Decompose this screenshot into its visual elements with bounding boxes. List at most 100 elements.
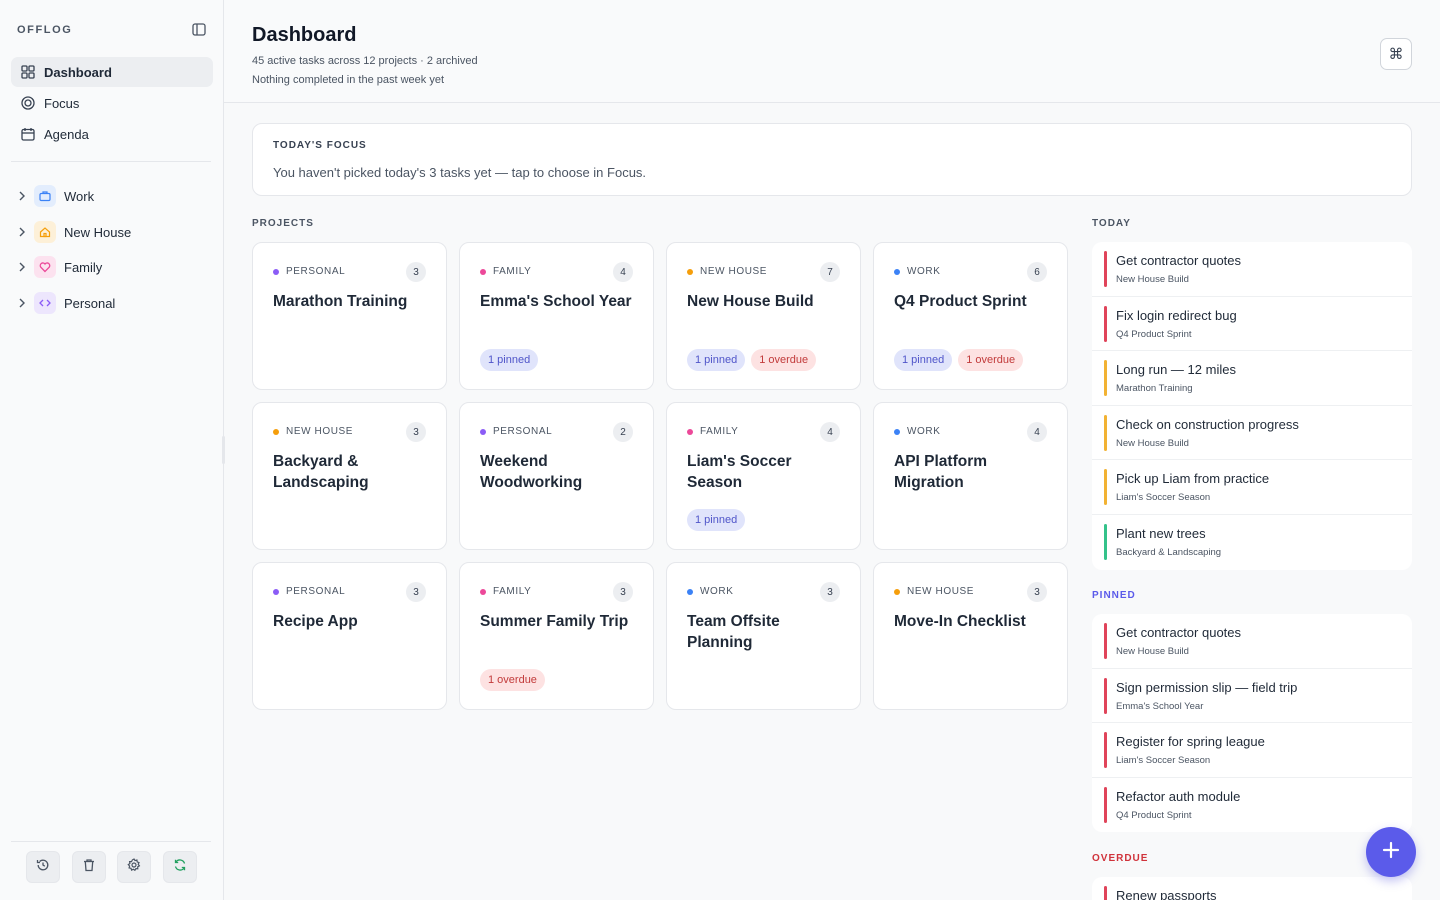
nav-agenda[interactable]: Agenda (11, 119, 213, 149)
project-name: Recipe App (273, 613, 358, 630)
task-item[interactable]: Get contractor quotes New House Build (1092, 242, 1412, 297)
category-dot-icon (273, 428, 279, 435)
project-task-count: 4 (1027, 422, 1047, 442)
category-dot-icon (687, 588, 693, 595)
project-card[interactable]: WORK 4 API Platform Migration (873, 402, 1068, 550)
task-title: Long run — 12 miles (1116, 362, 1236, 378)
task-item[interactable]: Pick up Liam from practice Liam's Soccer … (1092, 460, 1412, 515)
project-card[interactable]: NEW HOUSE 3 Move-In Checklist (873, 562, 1068, 710)
task-title: Refactor auth module (1116, 788, 1241, 804)
project-card[interactable]: NEW HOUSE 7 New House Build 1 pinned 1 overd… (666, 242, 861, 390)
task-title: Get contractor quotes (1116, 253, 1242, 268)
today-task-list: Get contractor quotes New House Build Fix … (1092, 242, 1412, 570)
task-title: Plant new trees (1116, 525, 1206, 541)
chevron-right-icon[interactable] (14, 191, 30, 201)
project-name: API Platform Migration (894, 453, 988, 491)
category-dot-icon (480, 588, 486, 595)
project-category-label: NEW HOUSE (700, 266, 768, 277)
category-dot-icon (894, 428, 900, 435)
task-project: Emma's School Year (1116, 700, 1204, 712)
sidebar-resize-handle[interactable] (222, 436, 225, 464)
task-title: Pick up Liam from practice (1116, 471, 1270, 487)
priority-bar (1104, 732, 1107, 769)
task-item[interactable]: Renew passports (1092, 877, 1412, 900)
project-card[interactable]: FAMILY 4 Emma's School Year 1 pinned (459, 242, 654, 390)
project-card[interactable]: WORK 3 Team Offsite Planning (666, 562, 861, 710)
area-family[interactable]: Family (14, 254, 214, 280)
pinned-section-label: PINNED (1092, 590, 1136, 601)
app-brand: OFFLOG (17, 24, 73, 36)
overdue-badge: 1 overdue (480, 669, 545, 691)
page-header: Dashboard 45 active tasks across 12 proj… (224, 0, 1440, 103)
task-item[interactable]: Sign permission slip — field trip Emma's … (1092, 669, 1412, 724)
task-item[interactable]: Fix login redirect bug Q4 Product Sprint (1092, 297, 1412, 352)
project-category-label: FAMILY (700, 426, 739, 437)
project-task-count: 6 (1027, 262, 1047, 282)
project-category-label: PERSONAL (493, 426, 553, 437)
chevron-right-icon[interactable] (14, 298, 30, 308)
project-category: WORK (894, 426, 941, 437)
trash-button[interactable] (72, 851, 106, 883)
settings-button[interactable] (117, 851, 151, 883)
task-item[interactable]: Plant new trees Backyard & Landscaping (1092, 515, 1412, 570)
project-card[interactable]: WORK 6 Q4 Product Sprint 1 pinned 1 overdue (873, 242, 1068, 390)
task-project: Backyard & Landscaping (1116, 546, 1222, 558)
project-tags: 1 pinned 1 overdue (894, 349, 1024, 371)
project-name: Weekend Woodworking (480, 453, 583, 491)
sidebar-collapse-icon[interactable] (192, 23, 206, 36)
todays-focus-card[interactable]: TODAY'S FOCUS You haven't picked today's… (252, 123, 1412, 196)
nav-focus[interactable]: Focus (11, 88, 213, 118)
area-work[interactable]: Work (14, 183, 214, 209)
project-card[interactable]: FAMILY 3 Summer Family Trip 1 overdue (459, 562, 654, 710)
task-item[interactable]: Register for spring league Liam's Soccer … (1092, 723, 1412, 778)
project-category: FAMILY (687, 426, 738, 437)
project-category: PERSONAL (273, 586, 345, 597)
task-project: Q4 Product Sprint (1116, 328, 1192, 340)
area-new-house[interactable]: New House (14, 219, 214, 245)
task-project: Q4 Product Sprint (1116, 809, 1192, 821)
task-project: Liam's Soccer Season (1116, 492, 1211, 504)
project-card[interactable]: NEW HOUSE 3 Backyard & Landscaping (252, 402, 447, 550)
project-name: Marathon Training (273, 293, 408, 310)
chevron-right-icon[interactable] (14, 227, 30, 237)
command-palette-button[interactable]: ⌘ (1380, 38, 1412, 70)
nav-label: Dashboard (44, 64, 112, 80)
sync-button[interactable] (163, 851, 197, 883)
project-category: PERSONAL (480, 426, 552, 437)
sidebar-divider (11, 161, 211, 162)
project-name: Team Offsite Planning (687, 613, 780, 651)
chevron-right-icon[interactable] (14, 262, 30, 272)
area-personal[interactable]: Personal (14, 290, 214, 316)
pinned-badge: 1 pinned (894, 349, 953, 371)
overdue-section-label: OVERDUE (1092, 853, 1149, 864)
priority-bar (1104, 623, 1107, 659)
task-item[interactable]: Long run — 12 miles Marathon Training (1092, 351, 1412, 406)
overdue-badge: 1 overdue (958, 349, 1024, 371)
task-item[interactable]: Refactor auth module Q4 Product Sprint (1092, 778, 1412, 833)
project-card[interactable]: PERSONAL 3 Recipe App (252, 562, 447, 710)
task-title: Register for spring league (1116, 734, 1265, 750)
project-card[interactable]: FAMILY 4 Liam's Soccer Season 1 pinned (666, 402, 861, 550)
task-title: Sign permission slip — field trip (1116, 679, 1298, 695)
project-category-label: FAMILY (493, 586, 532, 597)
house-icon (34, 221, 56, 243)
add-task-button[interactable] (1366, 827, 1416, 877)
project-tags: 1 overdue (480, 669, 545, 691)
project-category: WORK (687, 586, 734, 597)
project-category-label: NEW HOUSE (286, 426, 354, 437)
focus-card-title: TODAY'S FOCUS (273, 140, 367, 151)
priority-bar (1104, 469, 1107, 506)
task-item[interactable]: Check on construction progress New House … (1092, 406, 1412, 461)
project-card[interactable]: PERSONAL 3 Marathon Training (252, 242, 447, 390)
overdue-task-list: Renew passports (1092, 877, 1412, 900)
project-category: NEW HOUSE (894, 586, 974, 597)
history-icon (36, 858, 50, 877)
project-card[interactable]: PERSONAL 2 Weekend Woodworking (459, 402, 654, 550)
project-category: NEW HOUSE (273, 426, 353, 437)
task-item[interactable]: Get contractor quotes New House Build (1092, 614, 1412, 669)
project-name: Q4 Product Sprint (894, 293, 1027, 310)
nav-dashboard[interactable]: Dashboard (11, 57, 213, 87)
history-button[interactable] (26, 851, 60, 883)
project-category: WORK (894, 266, 941, 277)
page-subtitle: 45 active tasks across 12 projects · 2 a… (252, 55, 478, 67)
